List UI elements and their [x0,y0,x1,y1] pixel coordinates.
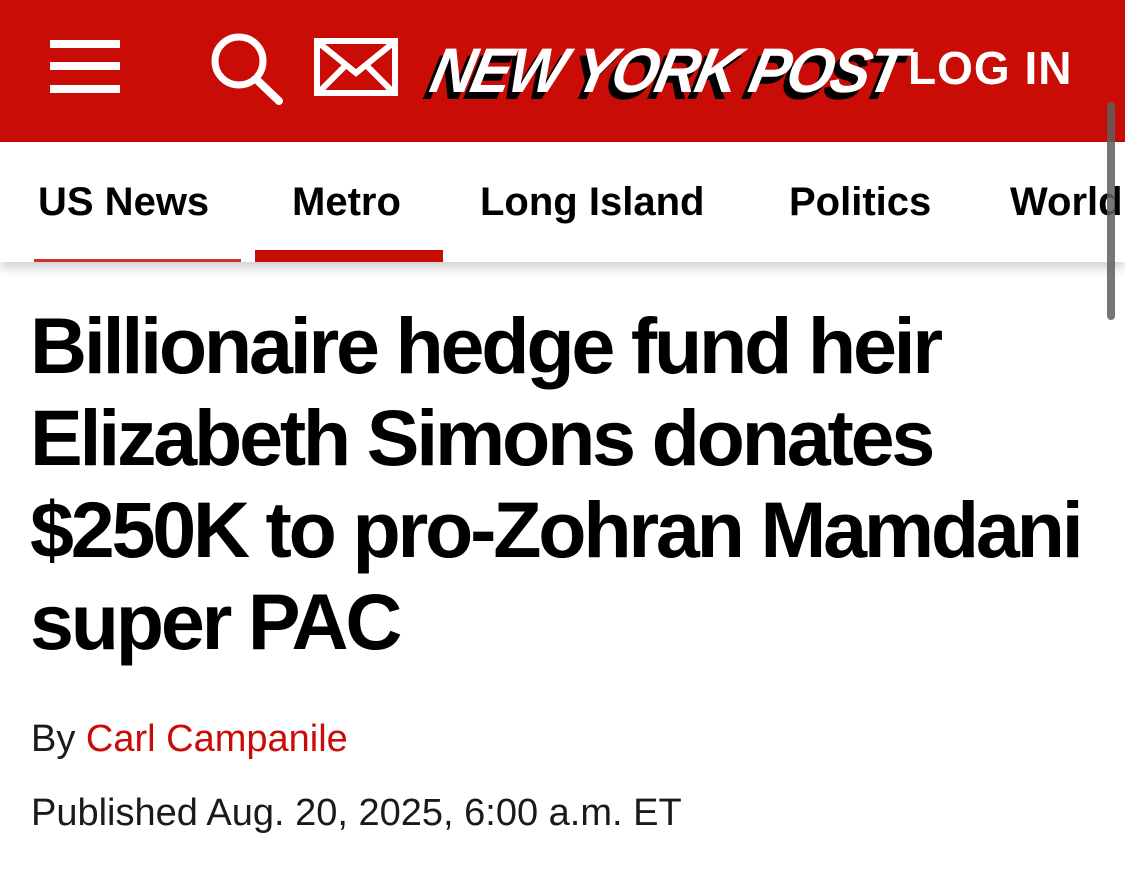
nav-item-metro[interactable]: Metro [292,142,401,262]
byline-prefix: By [31,718,76,760]
published-date: Published Aug. 20, 2025, 6:00 a.m. ET [31,792,682,834]
login-button[interactable]: LOG IN [908,40,1072,96]
nav-hover-underline [34,259,241,262]
menu-bar [50,85,120,93]
section-nav: US News Metro Long Island Politics World [0,142,1125,262]
article-page: NEW YORK POST NEW YORK POST LOG IN US Ne… [0,0,1125,887]
nav-item-world[interactable]: World [1010,142,1123,262]
nav-item-long-island[interactable]: Long Island [480,142,704,262]
author-link[interactable]: Carl Campanile [86,718,348,760]
mail-icon[interactable] [314,38,398,96]
new-york-post-logo[interactable]: NEW YORK POST NEW YORK POST [419,28,910,112]
hamburger-menu-icon[interactable] [50,38,122,96]
scrollbar-thumb[interactable] [1107,102,1115,320]
nav-item-us-news[interactable]: US News [38,142,209,262]
active-tab-indicator [255,250,443,262]
menu-bar [50,62,120,70]
menu-bar [50,40,120,48]
byline: By Carl Campanile [31,716,348,762]
search-icon[interactable] [206,30,286,106]
article-headline: Billionaire hedge fund heir Elizabeth Si… [30,301,1084,666]
logo-text: NEW YORK POST [424,35,910,106]
nav-item-politics[interactable]: Politics [789,142,931,262]
site-header: NEW YORK POST NEW YORK POST LOG IN [0,0,1125,142]
